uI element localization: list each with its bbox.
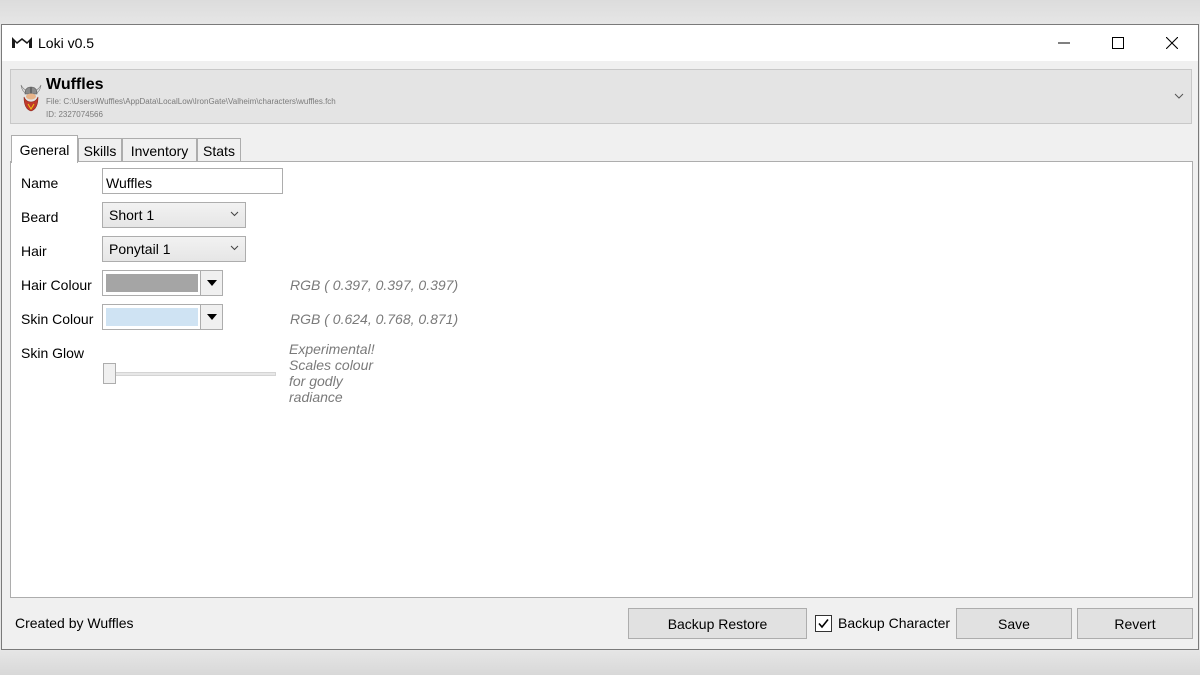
save-button[interactable]: Save [956,608,1072,639]
close-button[interactable] [1145,25,1199,61]
hair-colour-picker[interactable] [102,270,223,296]
beard-label: Beard [21,209,59,225]
backup-restore-button[interactable]: Backup Restore [628,608,807,639]
name-input[interactable] [102,168,283,194]
checkmark-icon [818,619,829,629]
revert-button[interactable]: Revert [1077,608,1193,639]
hair-colour-label: Hair Colour [21,277,92,293]
hair-select[interactable]: Ponytail 1 [102,236,246,262]
tab-inventory[interactable]: Inventory [122,138,197,162]
viking-avatar-icon [20,84,42,112]
hair-colour-rgb: RGB ( 0.397, 0.397, 0.397) [290,277,459,293]
skin-colour-label: Skin Colour [21,311,94,327]
skin-glow-hint: Experimental! Scales colour for godly ra… [289,341,375,405]
character-header[interactable]: Wuffles File: C:\Users\Wuffles\AppData\L… [10,69,1192,124]
character-name: Wuffles [46,76,104,93]
skin-glow-label: Skin Glow [21,345,85,361]
chevron-down-icon [230,211,239,217]
tab-general[interactable]: General [11,135,78,163]
skin-colour-rgb: RGB ( 0.624, 0.768, 0.871) [290,311,459,327]
close-icon [1166,37,1178,49]
minimize-icon [1058,42,1070,44]
backup-character-checkbox[interactable] [815,615,832,632]
footer-credit: Created by Wuffles [15,615,134,631]
chevron-down-icon [230,245,239,251]
app-window: Loki v0.5 Wuffles File: C:\Users\Wuffles… [1,24,1199,650]
window-title: Loki v0.5 [38,35,95,51]
tab-skills[interactable]: Skills [78,138,122,162]
backup-character-label[interactable]: Backup Character [838,615,950,631]
chevron-down-icon[interactable] [1173,90,1185,102]
character-file-path: File: C:\Users\Wuffles\AppData\LocalLow\… [46,97,336,106]
skin-colour-swatch [106,308,198,326]
name-label: Name [21,175,59,191]
skin-glow-slider-track[interactable] [106,372,276,376]
maximize-icon [1112,37,1124,49]
caret-down-icon [206,280,217,286]
skin-colour-picker[interactable] [102,304,223,330]
maximize-button[interactable] [1091,25,1145,61]
loki-logo-icon [12,37,32,48]
title-bar: Loki v0.5 [2,25,1198,61]
hair-colour-dropdown-button[interactable] [200,271,222,295]
skin-glow-slider-thumb[interactable] [103,363,116,384]
beard-select[interactable]: Short 1 [102,202,246,228]
caret-down-icon [206,314,217,320]
tab-stats[interactable]: Stats [197,138,241,162]
minimize-button[interactable] [1037,25,1091,61]
hair-label: Hair [21,243,47,259]
general-tab-panel: Name Beard Short 1 Hair Ponytail 1 Hair … [10,161,1193,598]
character-id: ID: 2327074566 [46,110,103,119]
hair-value: Ponytail 1 [109,241,171,257]
skin-colour-dropdown-button[interactable] [200,305,222,329]
beard-value: Short 1 [109,207,155,223]
hair-colour-swatch [106,274,198,292]
